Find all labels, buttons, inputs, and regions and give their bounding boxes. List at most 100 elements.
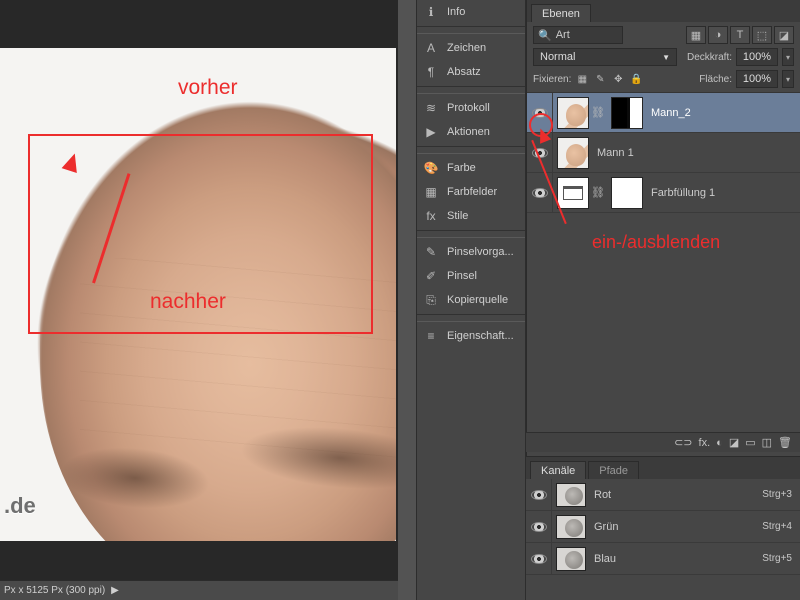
channel-visibility-toggle[interactable]: [526, 511, 552, 542]
layer-row[interactable]: Mann 1: [527, 133, 800, 173]
layer-name[interactable]: Mann_2: [651, 107, 691, 119]
channel-visibility-toggle[interactable]: [526, 543, 552, 574]
fill-dropdown-icon[interactable]: ▾: [782, 70, 794, 88]
layer-mask-thumbnail[interactable]: [611, 177, 643, 209]
panel-label: Pinselvorga...: [447, 246, 514, 258]
kopierquelle-icon: ⎘: [423, 292, 439, 308]
panel-row-aktionen[interactable]: ▶ Aktionen: [417, 120, 525, 144]
channel-name: Rot: [594, 489, 611, 501]
layers-footer-icon[interactable]: ◫: [762, 436, 772, 449]
layer-filter-icon[interactable]: ▦: [686, 26, 706, 44]
pinsel-icon: ✐: [423, 268, 439, 284]
panel-label: Zeichen: [447, 42, 486, 54]
canvas-area: vorher nachher .de Px x 5125 Px (300 ppi…: [0, 0, 398, 600]
layer-mask-thumbnail[interactable]: [611, 97, 643, 129]
tab-layers[interactable]: Ebenen: [531, 4, 591, 22]
channel-thumbnail[interactable]: [556, 515, 586, 539]
channel-thumbnail[interactable]: [556, 483, 586, 507]
layers-footer-icon[interactable]: ◐: [716, 437, 723, 449]
layer-filter-kind-label: Art: [556, 29, 570, 41]
link-icon[interactable]: ⛓: [591, 186, 605, 199]
layer-filter-icon[interactable]: ◑: [708, 26, 728, 44]
layer-filter-kind[interactable]: 🔍 Art: [533, 26, 623, 44]
layers-footer-icons: ⊂⊃ fx. ◐ ◪ ▭ ◫ 🗑: [526, 432, 800, 452]
channel-thumbnail[interactable]: [556, 547, 586, 571]
channels-panel: Kanäle Pfade RotStrg+3GrünStrg+4BlauStrg…: [526, 456, 800, 600]
panel-row-pinsel[interactable]: ✐ Pinsel: [417, 264, 525, 288]
layer-name[interactable]: Mann 1: [597, 147, 634, 159]
layer-filter-icon[interactable]: ◪: [774, 26, 794, 44]
layers-footer-icon[interactable]: ◪: [729, 436, 739, 449]
farbe-icon: 🎨: [423, 160, 439, 176]
lock-icon[interactable]: 🔒: [629, 72, 643, 86]
eye-icon: [531, 490, 547, 500]
blend-mode-value: Normal: [540, 51, 575, 63]
opacity-dropdown-icon[interactable]: ▾: [782, 48, 794, 66]
opacity-value[interactable]: 100%: [736, 48, 778, 66]
document-canvas[interactable]: vorher nachher .de: [0, 48, 396, 541]
layer-row[interactable]: ⛓ Mann_2: [527, 93, 800, 133]
lock-icons: ▦ ✎ ✥ 🔒: [575, 72, 643, 86]
panel-row-absatz[interactable]: ¶Absatz: [417, 60, 525, 84]
panel-label: Eigenschaft...: [447, 330, 514, 342]
channel-list: RotStrg+3GrünStrg+4BlauStrg+5: [526, 479, 800, 575]
panel-label: Absatz: [447, 66, 481, 78]
panel-row-kopierquelle[interactable]: ⎘Kopierquelle: [417, 288, 525, 312]
layer-filter-icons: ▦◑T⬚◪: [686, 26, 794, 44]
panel-label: Farbfelder: [447, 186, 497, 198]
eye-icon: [531, 522, 547, 532]
panel-row-farbfelder[interactable]: ▦Farbfelder: [417, 180, 525, 204]
status-bar: Px x 5125 Px (300 ppi) ▶: [0, 580, 398, 600]
layers-footer-icon[interactable]: 🗑: [778, 436, 792, 449]
collapsed-panels-strip: ℹInfo A Zeichen ¶Absatz ≋Protokoll ▶ Aktionen 🎨…: [416, 0, 526, 600]
lock-icon[interactable]: ✥: [611, 72, 625, 86]
channel-row[interactable]: RotStrg+3: [526, 479, 800, 511]
layers-footer-icon[interactable]: fx.: [699, 437, 711, 449]
panel-row-zeichen[interactable]: A Zeichen: [417, 36, 525, 60]
blend-mode-select[interactable]: Normal ▼: [533, 48, 677, 66]
panel-row-info[interactable]: ℹInfo: [417, 0, 525, 24]
fill-value[interactable]: 100%: [736, 70, 778, 88]
layers-footer-icon[interactable]: ⊂⊃: [674, 436, 692, 449]
channel-row[interactable]: BlauStrg+5: [526, 543, 800, 575]
aktionen-icon: ▶: [423, 124, 439, 140]
status-arrow-icon[interactable]: ▶: [111, 585, 119, 596]
layer-thumbnail[interactable]: [557, 177, 589, 209]
channel-row[interactable]: GrünStrg+4: [526, 511, 800, 543]
layer-list: ⛓ Mann_2 Mann 1 ⛓ Farbfüllung 1: [527, 93, 800, 213]
panel-label: Aktionen: [447, 126, 490, 138]
layer-filter-icon[interactable]: ⬚: [752, 26, 772, 44]
channels-tab-bar: Kanäle Pfade: [526, 457, 800, 479]
layer-thumbnail[interactable]: [557, 97, 589, 129]
panel-row-protokoll[interactable]: ≋Protokoll: [417, 96, 525, 120]
panel-label: Farbe: [447, 162, 476, 174]
status-dimensions: Px x 5125 Px (300 ppi): [4, 585, 105, 596]
layers-footer-icon[interactable]: ▭: [745, 436, 755, 449]
zeichen-icon: A: [423, 40, 439, 56]
lock-icon[interactable]: ▦: [575, 72, 589, 86]
info-icon: ℹ: [423, 4, 439, 20]
layers-controls: 🔍 Art ▦◑T⬚◪ Normal ▼ Deckkraft: 100% ▾ F…: [527, 22, 800, 93]
layer-thumbnail[interactable]: [557, 137, 589, 169]
channel-visibility-toggle[interactable]: [526, 479, 552, 510]
tab-paths[interactable]: Pfade: [588, 461, 639, 479]
layer-row[interactable]: ⛓ Farbfüllung 1: [527, 173, 800, 213]
tab-channels[interactable]: Kanäle: [530, 461, 586, 479]
layers-tab-bar: Ebenen: [527, 0, 800, 22]
layer-name[interactable]: Farbfüllung 1: [651, 187, 715, 199]
link-icon[interactable]: ⛓: [591, 106, 605, 119]
channel-shortcut: Strg+4: [762, 521, 792, 532]
eye-icon: [531, 554, 547, 564]
panel-row-eigenschaft-[interactable]: ≡ Eigenschaft...: [417, 324, 525, 348]
panel-label: Pinsel: [447, 270, 477, 282]
panel-row-pinselvorga-[interactable]: ✎Pinselvorga...: [417, 240, 525, 264]
layer-filter-icon[interactable]: T: [730, 26, 750, 44]
panel-row-stile[interactable]: fxStile: [417, 204, 525, 228]
lock-icon[interactable]: ✎: [593, 72, 607, 86]
panel-label: Stile: [447, 210, 468, 222]
panel-row-farbe[interactable]: 🎨 Farbe: [417, 156, 525, 180]
anno-vorher: vorher: [178, 76, 238, 100]
eigenschaft--icon: ≡: [423, 328, 439, 344]
fill-label: Fläche:: [699, 74, 732, 85]
lock-label: Fixieren:: [533, 74, 571, 85]
